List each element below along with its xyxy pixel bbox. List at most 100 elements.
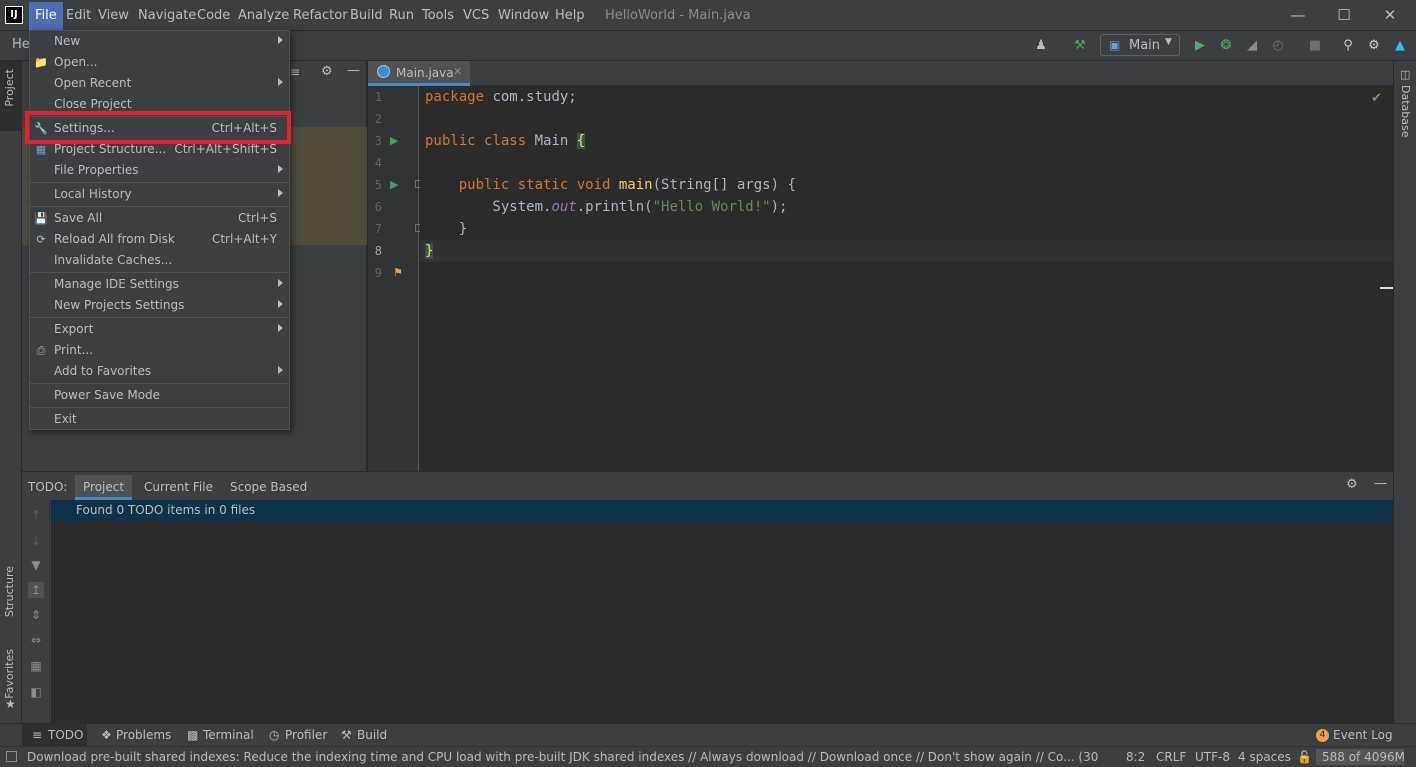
menu-build[interactable]: Build (350, 8, 383, 23)
todo-panel: TODO: Project Current File Scope Based ⚙… (22, 471, 1393, 724)
code-line-3: public class Main { (425, 133, 586, 149)
plugin-icon[interactable]: ▲ (1391, 37, 1409, 55)
menu-view[interactable]: View (98, 8, 129, 23)
tab-close-icon[interactable]: ✕ (453, 65, 462, 78)
collapse-all-icon[interactable]: ⇔ (28, 632, 44, 648)
bottom-tab-terminal[interactable]: Terminal (203, 728, 254, 742)
run-icon[interactable]: ▶ (1191, 37, 1209, 55)
user-icon[interactable]: ♟ (1032, 37, 1050, 55)
menu-item-power-save-mode[interactable]: Power Save Mode (30, 385, 289, 406)
menu-item-new-projects-settings[interactable]: New Projects Settings (30, 295, 289, 316)
todo-tab-current-file[interactable]: Current File (144, 480, 213, 494)
menu-code[interactable]: Code (197, 8, 230, 23)
problems-icon: ❖ (101, 728, 112, 742)
todo-hide-icon[interactable]: — (1374, 476, 1387, 491)
editor-tab-bar: Main.java ✕ (368, 61, 1393, 86)
menu-edit[interactable]: Edit (66, 8, 91, 23)
event-count-badge: 4 (1316, 729, 1329, 742)
bottom-tab-todo[interactable]: ≡ TODO (22, 724, 87, 746)
inspection-ok-icon[interactable]: ✔ (1371, 91, 1382, 106)
run-config-selector[interactable]: ▣ Main ▼ (1100, 34, 1180, 56)
debug-icon[interactable]: ❂ (1217, 37, 1235, 55)
todo-tab-scope-based[interactable]: Scope Based (230, 480, 307, 494)
window-title: HelloWorld - Main.java (605, 8, 751, 23)
layout-icon[interactable]: ◧ (28, 684, 44, 700)
menu-item-file-properties[interactable]: File Properties (30, 160, 289, 181)
status-message[interactable]: Download pre-built shared indexes: Reduc… (27, 750, 1102, 764)
file-encoding[interactable]: UTF-8 (1195, 750, 1230, 764)
expand-all-icon[interactable]: ⇕ (28, 607, 44, 623)
menu-item-reload-all[interactable]: ⟳ Reload All from Disk Ctrl+Alt+Y (30, 229, 289, 250)
left-tool-strip: Project Structure Favorites ★ (0, 61, 22, 723)
menu-item-local-history[interactable]: Local History (30, 184, 289, 205)
menu-navigate[interactable]: Navigate (138, 8, 196, 23)
menu-separator (30, 407, 289, 408)
menu-item-print[interactable]: ⎙ Print... (30, 340, 289, 361)
caret-position[interactable]: 8:2 (1126, 750, 1145, 764)
code-editor[interactable]: package com.study; public class Main { p… (420, 86, 1393, 471)
profile-icon[interactable]: ◴ (1269, 37, 1287, 55)
tab-main-java[interactable]: Main.java ✕ (368, 61, 470, 86)
bookmark-icon[interactable]: ⚑ (393, 266, 403, 279)
menu-item-new[interactable]: New (30, 31, 289, 52)
event-log-tab[interactable]: Event Log (1333, 728, 1393, 742)
database-tool-label[interactable]: Database (1399, 85, 1412, 138)
group-by-icon[interactable]: ▦ (28, 658, 44, 674)
menu-item-manage-ide-settings[interactable]: Manage IDE Settings (30, 274, 289, 295)
hide-panel-icon[interactable]: — (347, 63, 360, 78)
menu-window[interactable]: Window (498, 8, 549, 23)
build-hammer-icon[interactable]: ⚒ (1071, 37, 1089, 55)
menu-analyze[interactable]: Analyze (238, 8, 289, 23)
run-main-gutter-icon[interactable]: ▶ (390, 178, 398, 191)
bottom-tab-profiler[interactable]: Profiler (285, 728, 327, 742)
settings-gear-icon[interactable]: ⚙ (1365, 37, 1383, 55)
structure-tool-label[interactable]: Structure (3, 566, 16, 617)
project-tool-tab[interactable]: Project (0, 61, 21, 131)
run-class-gutter-icon[interactable]: ▶ (390, 134, 398, 147)
menu-item-export[interactable]: Export (30, 319, 289, 340)
todo-tab-bar: TODO: Project Current File Scope Based ⚙… (22, 472, 1393, 500)
line-separator[interactable]: CRLF (1156, 750, 1186, 764)
menu-run[interactable]: Run (389, 8, 414, 23)
menu-item-invalidate-caches[interactable]: Invalidate Caches... (30, 250, 289, 271)
menu-file[interactable]: File (29, 2, 63, 30)
close-icon[interactable]: ✕ (1379, 4, 1401, 26)
filter-icon[interactable]: ▼ (28, 557, 44, 573)
submenu-arrow-icon (278, 189, 283, 197)
status-toggle-icon[interactable] (6, 751, 17, 762)
menu-item-save-all[interactable]: 💾 Save All Ctrl+S (30, 208, 289, 229)
search-icon[interactable]: ⚲ (1339, 37, 1357, 55)
menu-tools[interactable]: Tools (422, 8, 454, 23)
list-icon: ≡ (32, 728, 43, 742)
menu-item-add-to-favorites[interactable]: Add to Favorites (30, 361, 289, 382)
lock-icon[interactable]: 🔓 (1297, 750, 1312, 764)
arrow-down-icon[interactable]: ↓ (28, 533, 44, 549)
arrow-up-icon[interactable]: ↑ (28, 507, 44, 523)
favorites-tool-label[interactable]: Favorites (3, 649, 16, 699)
menu-item-open[interactable]: 📁 Open... (30, 52, 289, 73)
menu-refactor[interactable]: Refactor (293, 8, 348, 23)
todo-result-row[interactable]: Found 0 TODO items in 0 files (51, 500, 1393, 521)
minimize-icon[interactable]: — (1287, 4, 1309, 26)
menu-help[interactable]: Help (555, 8, 585, 23)
panel-gear-icon[interactable]: ⚙ (321, 64, 333, 79)
expand-icon[interactable]: ≡ (290, 65, 300, 79)
stop-icon[interactable]: ■ (1306, 37, 1324, 55)
todo-tab-project[interactable]: Project (75, 475, 133, 500)
bottom-tab-build[interactable]: Build (357, 728, 387, 742)
project-name[interactable]: He (12, 37, 30, 52)
line-number: 7 (374, 222, 382, 236)
bottom-tab-problems[interactable]: Problems (116, 728, 171, 742)
preview-icon[interactable]: ↥ (28, 582, 44, 598)
title-bar: IJ File Edit View Navigate Code Analyze … (0, 0, 1416, 31)
menu-item-exit[interactable]: Exit (30, 409, 289, 430)
todo-toolbar: ↑ ↓ ▼ ↥ ⇕ ⇔ ▦ ◧ (22, 500, 50, 724)
scroll-marker (1380, 287, 1393, 289)
line-number: 9 (374, 266, 382, 280)
todo-gear-icon[interactable]: ⚙ (1346, 477, 1358, 492)
coverage-icon[interactable]: ◢ (1243, 37, 1261, 55)
menu-vcs[interactable]: VCS (463, 8, 489, 23)
maximize-icon[interactable]: ☐ (1333, 4, 1355, 26)
indent-setting[interactable]: 4 spaces (1238, 750, 1291, 764)
menu-item-open-recent[interactable]: Open Recent (30, 73, 289, 94)
